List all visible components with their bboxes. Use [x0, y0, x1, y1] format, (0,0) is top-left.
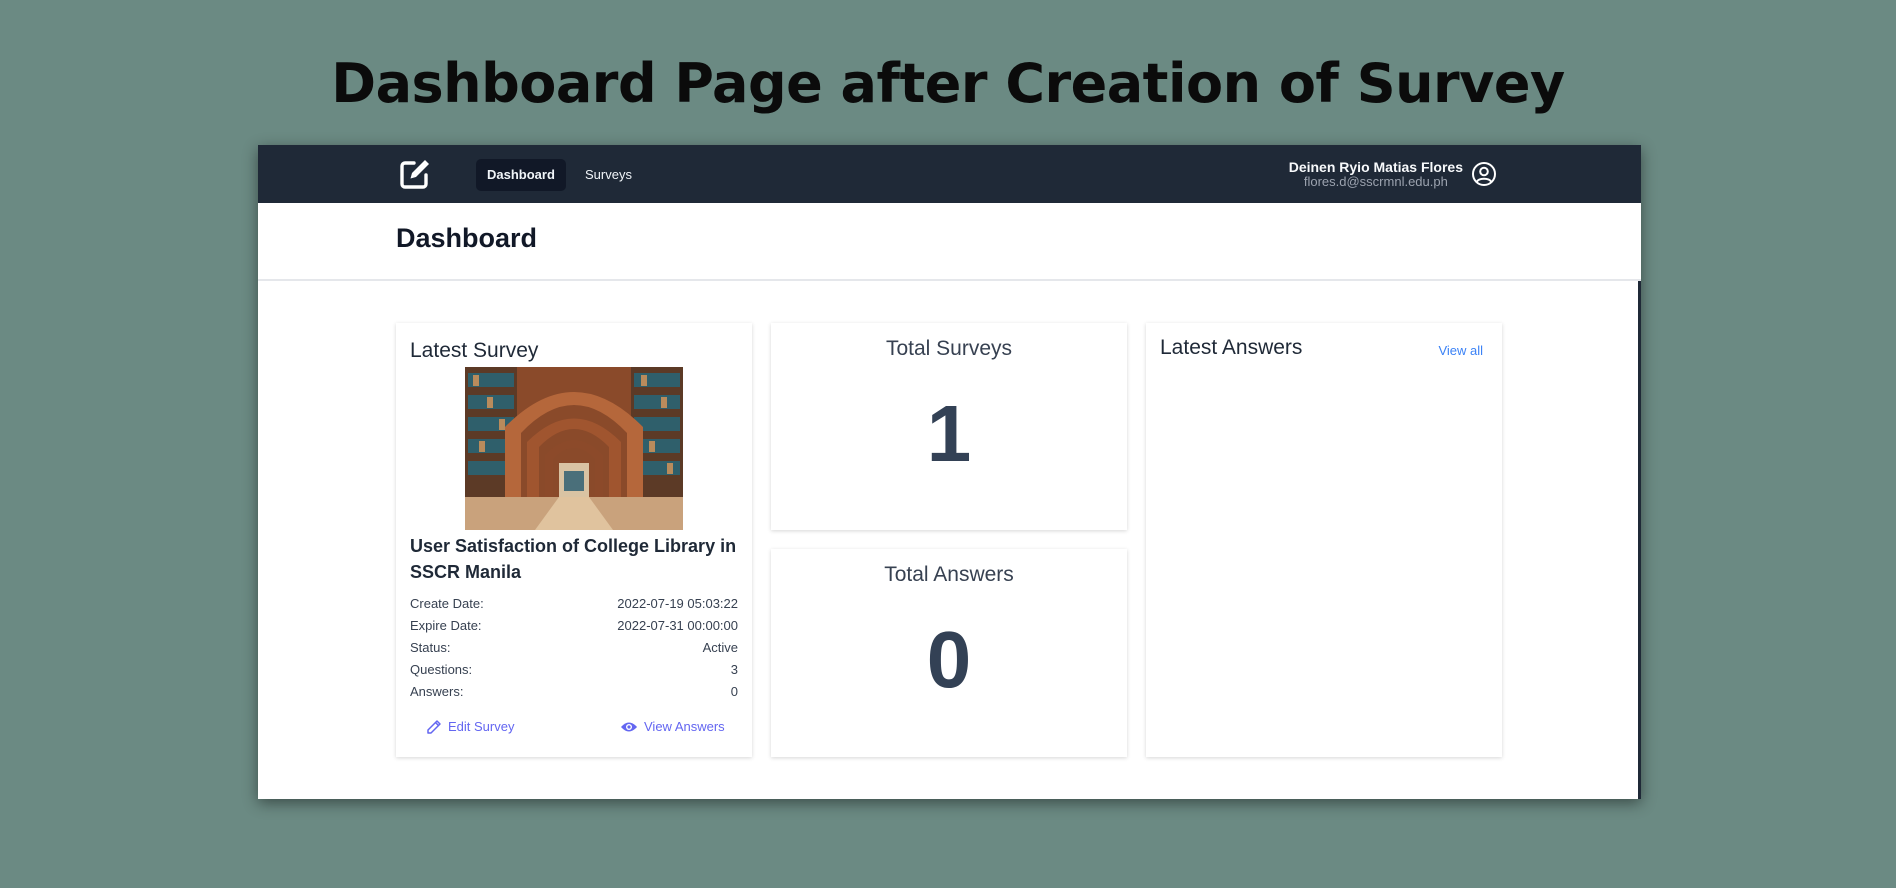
meta-value: Active — [702, 640, 738, 655]
pencil-icon — [427, 720, 441, 734]
latest-answers-card: Latest Answers View all — [1146, 323, 1502, 757]
user-circle-icon[interactable] — [1471, 161, 1497, 187]
meta-label: Create Date: — [410, 596, 484, 611]
edit-logo-icon[interactable] — [398, 157, 432, 191]
survey-title: User Satisfaction of College Library in … — [410, 536, 737, 582]
meta-label: Expire Date: — [410, 618, 482, 633]
edit-survey-label: Edit Survey — [448, 719, 515, 734]
user-name: Deinen Ryio Matias Flores — [1288, 159, 1463, 175]
meta-row-create-date: Create Date: 2022-07-19 05:03:22 — [410, 593, 738, 615]
edit-survey-button[interactable]: Edit Survey — [426, 715, 514, 739]
view-answers-label: View Answers — [644, 719, 725, 734]
total-answers-value: 0 — [926, 615, 972, 704]
meta-row-answers: Answers: 0 — [410, 681, 738, 703]
latest-answers-heading: Latest Answers — [1160, 336, 1303, 359]
meta-value: 3 — [730, 662, 738, 677]
total-answers-card: Total Answers 0 — [771, 549, 1127, 757]
total-surveys-label: Total Surveys — [885, 337, 1013, 360]
meta-label: Questions: — [410, 662, 473, 677]
nav-dashboard[interactable]: Dashboard — [476, 159, 566, 191]
meta-value: 0 — [730, 684, 738, 699]
meta-value: 2022-07-19 05:03:22 — [617, 596, 738, 611]
survey-cover-image — [465, 367, 683, 530]
total-surveys-card: Total Surveys 1 — [771, 323, 1127, 530]
meta-label: Answers: — [410, 684, 464, 699]
view-all-link[interactable]: View all — [1438, 343, 1483, 358]
user-info[interactable]: Deinen Ryio Matias Flores flores.d@sscrm… — [1289, 159, 1463, 189]
meta-row-status: Status: Active — [410, 637, 738, 659]
nav-surveys[interactable]: Surveys — [574, 159, 643, 191]
meta-value: 2022-07-31 00:00:00 — [617, 618, 738, 633]
view-answers-button[interactable]: View Answers — [620, 715, 725, 739]
latest-survey-heading: Latest Survey — [410, 339, 539, 362]
app-window: Dashboard Surveys Deinen Ryio Matias Flo… — [258, 145, 1641, 799]
meta-label: Status: — [410, 640, 451, 655]
page-title: Dashboard — [396, 223, 538, 253]
meta-row-expire-date: Expire Date: 2022-07-31 00:00:00 — [410, 615, 738, 637]
latest-survey-card: Latest Survey User Satisfaction of Colle… — [396, 323, 752, 757]
eye-icon — [621, 722, 637, 732]
page-header: Dashboard — [258, 203, 1641, 281]
survey-meta-list: Create Date: 2022-07-19 05:03:22 Expire … — [410, 593, 738, 703]
slide-title: Dashboard Page after Creation of Survey — [331, 52, 1565, 115]
navbar: Dashboard Surveys Deinen Ryio Matias Flo… — [258, 145, 1641, 203]
user-email: flores.d@sscrmnl.edu.ph — [1303, 174, 1448, 189]
meta-row-questions: Questions: 3 — [410, 659, 738, 681]
total-surveys-value: 1 — [926, 389, 972, 478]
total-answers-label: Total Answers — [884, 563, 1014, 586]
